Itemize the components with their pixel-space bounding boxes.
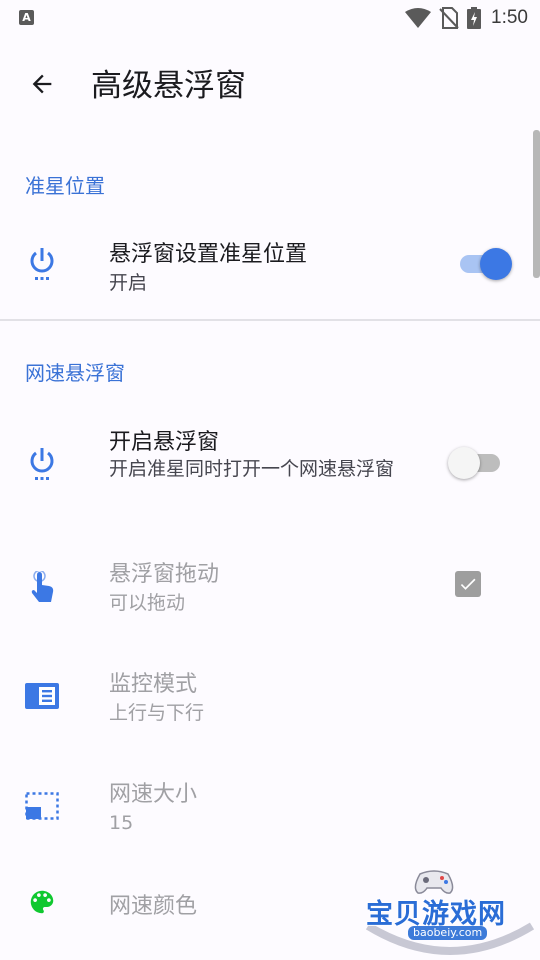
check-icon (460, 578, 476, 590)
watermark-url: baobeiy.com (408, 926, 488, 940)
pref-title: 悬浮窗拖动 (109, 562, 220, 587)
crosshair-position-switch[interactable] (460, 246, 512, 282)
power-icon (22, 444, 62, 484)
picture-in-picture-icon (22, 786, 62, 826)
a-notification-icon: A (19, 10, 34, 25)
pref-title: 监控模式 (109, 672, 198, 697)
divider (0, 319, 540, 321)
open-floating-window-switch[interactable] (448, 445, 502, 481)
view-list-icon (22, 676, 62, 716)
pref-title: 网速大小 (109, 782, 198, 807)
status-bar: A 1:50 (0, 0, 540, 36)
page-title: 高级悬浮窗 (91, 68, 246, 104)
power-icon (22, 244, 62, 284)
pref-summary: 上行与下行 (109, 702, 205, 724)
arrow-back-icon (32, 74, 52, 94)
pref-open-floating-window[interactable]: 开启悬浮窗 开启准星同时打开一个网速悬浮窗 (0, 408, 540, 518)
wifi-icon (405, 8, 432, 28)
pref-summary: 开启准星同时打开一个网速悬浮窗 (109, 458, 395, 480)
switch-thumb (480, 248, 512, 280)
category-crosshair-position: 准星位置 (25, 174, 105, 198)
pref-summary: 开启 (109, 272, 148, 294)
pref-title: 开启悬浮窗 (109, 430, 220, 455)
drag-checkbox[interactable] (455, 571, 481, 597)
pref-summary: 15 (109, 812, 134, 834)
touch-icon (22, 568, 62, 608)
palette-icon (22, 882, 62, 922)
pref-crosshair-position[interactable]: 悬浮窗设置准星位置 开启 (0, 220, 540, 310)
pref-net-speed-size[interactable]: 网速大小 15 (0, 760, 540, 855)
pref-floating-window-drag[interactable]: 悬浮窗拖动 可以拖动 (0, 540, 540, 635)
watermark-logo: 宝贝游戏网 baobeiy.com (360, 866, 540, 960)
status-time: 1:50 (491, 7, 528, 28)
pref-summary: 可以拖动 (109, 592, 186, 614)
battery-charging-icon (467, 7, 482, 29)
app-bar: 高级悬浮窗 (0, 36, 540, 136)
status-icons: 1:50 (405, 6, 528, 30)
pref-monitor-mode[interactable]: 监控模式 上行与下行 (0, 650, 540, 745)
category-net-speed-float: 网速悬浮窗 (25, 361, 125, 385)
pref-title: 网速颜色 (109, 894, 198, 919)
back-button[interactable] (22, 64, 62, 104)
switch-thumb (448, 447, 480, 479)
pref-title: 悬浮窗设置准星位置 (109, 242, 308, 267)
no-sim-icon (439, 7, 459, 29)
